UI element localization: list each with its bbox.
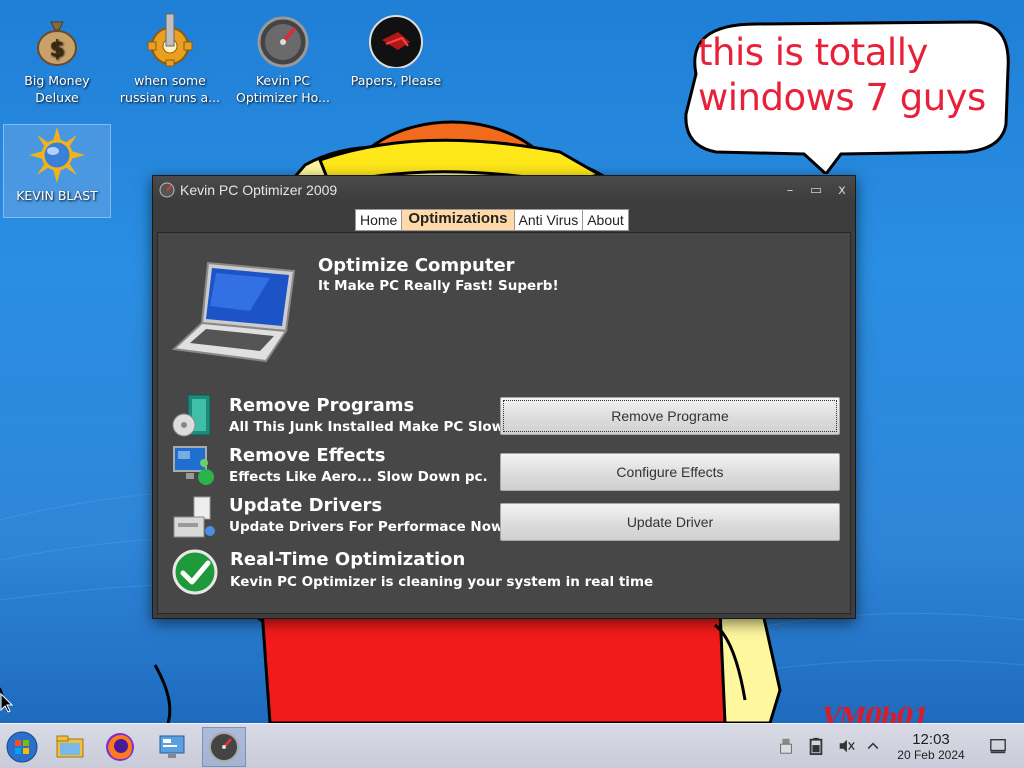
row-programs-title: Remove Programs	[229, 395, 415, 416]
desktop-icon-kevin-blast[interactable]: KEVIN BLAST	[3, 124, 111, 218]
gear-icon	[147, 13, 193, 67]
optimizer-window[interactable]: Kevin PC Optimizer 2009 – ▭ x Home Optim…	[152, 175, 856, 619]
speech-line-1: this is totally	[698, 31, 928, 74]
clock-date[interactable]: 20 Feb 2024	[886, 748, 976, 762]
file-manager-icon	[56, 735, 84, 758]
tray-expand-icon	[867, 742, 879, 749]
tray-usb[interactable]	[776, 736, 796, 756]
row-programs-subtitle: All This Junk Installed Make PC Slow	[229, 419, 501, 435]
desktop-icon-big-money[interactable]: $ Big Money Deluxe	[3, 4, 111, 106]
tray-volume[interactable]	[836, 736, 856, 756]
drivers-icon	[173, 496, 215, 538]
taskbar	[0, 723, 1024, 768]
configure-effects-button[interactable]: Configure Effects	[500, 453, 840, 491]
realtime-title: Real-Time Optimization	[230, 549, 466, 570]
optimize-title: Optimize Computer	[318, 255, 515, 276]
desktop-icon-label: Kevin PC	[255, 73, 311, 88]
tray-battery[interactable]	[806, 736, 826, 756]
desktop-icon-label: KEVIN BLAST	[16, 188, 98, 203]
row-effects-title: Remove Effects	[229, 445, 386, 466]
speedometer-icon	[257, 16, 309, 68]
tab-anti-virus[interactable]: Anti Virus	[513, 209, 584, 231]
start-button[interactable]	[0, 727, 44, 767]
close-button[interactable]: x	[829, 183, 855, 198]
row-drivers-subtitle: Update Drivers For Performace Now	[229, 519, 504, 535]
laptop-icon	[171, 261, 296, 363]
desktop-icon-label: russian runs a...	[119, 90, 221, 105]
control-panel-icon	[159, 735, 185, 758]
usb-icon	[780, 738, 792, 754]
kevin-optimizer-icon	[209, 732, 239, 762]
desktop-icon-label: Optimizer Ho...	[236, 90, 330, 105]
desktop-icon-label: when some	[134, 73, 206, 88]
desktop-icon-label: Deluxe	[35, 90, 79, 105]
volume-muted-icon	[839, 739, 855, 753]
desktop-icon-papers-please[interactable]: Papers, Please	[342, 4, 450, 89]
money-bag-icon: $	[37, 21, 77, 66]
app-speedometer-icon	[159, 182, 175, 198]
row-effects-subtitle: Effects Like Aero... Slow Down pc.	[229, 469, 488, 485]
window-titlebar[interactable]: Kevin PC Optimizer 2009 – ▭ x	[153, 176, 855, 204]
checkmark-icon	[172, 549, 218, 595]
row-drivers-title: Update Drivers	[229, 495, 383, 516]
programs-icon	[172, 394, 211, 437]
optimize-subtitle: It Make PC Really Fast! Superb!	[318, 278, 559, 294]
firefox-icon	[106, 733, 134, 761]
desktop-icon-label: Papers, Please	[350, 73, 442, 88]
papers-please-icon	[369, 15, 423, 68]
maximize-button[interactable]: ▭	[803, 183, 829, 198]
update-driver-button[interactable]: Update Driver	[500, 503, 840, 541]
sun-globe-icon	[29, 127, 85, 183]
optimizations-panel: Optimize Computer It Make PC Really Fast…	[157, 232, 851, 614]
taskbar-control-panel[interactable]	[150, 727, 194, 767]
minimize-button[interactable]: –	[777, 183, 803, 198]
tab-optimizations[interactable]: Optimizations	[401, 209, 515, 231]
taskbar-firefox[interactable]	[98, 727, 142, 767]
start-orb-icon	[6, 731, 38, 763]
mouse-cursor	[0, 693, 14, 713]
effects-icon	[173, 446, 214, 485]
taskbar-file-manager[interactable]	[48, 727, 92, 767]
show-desktop-icon	[990, 739, 1006, 754]
realtime-subtitle: Kevin PC Optimizer is cleaning your syst…	[230, 574, 654, 590]
remove-programs-button[interactable]: Remove Programe	[500, 397, 840, 435]
battery-icon	[809, 737, 823, 755]
tray-expand[interactable]	[863, 736, 883, 756]
desktop-icon-label: Big Money	[24, 73, 90, 88]
tab-about[interactable]: About	[582, 209, 629, 231]
tab-bar: Home Optimizations Anti Virus About	[355, 209, 629, 231]
clock-time[interactable]: 12:03	[898, 731, 964, 748]
speech-bubble-text: this is totally windows 7 guys	[698, 30, 1008, 120]
desktop-icon-kevin-optimizer[interactable]: Kevin PC Optimizer Ho...	[229, 4, 337, 106]
tab-home[interactable]: Home	[355, 209, 403, 231]
desktop-icon-russian[interactable]: when some russian runs a...	[116, 4, 224, 106]
taskbar-kevin-optimizer[interactable]	[202, 727, 246, 767]
speech-line-2: windows 7 guys	[698, 76, 986, 119]
show-desktop-button[interactable]	[988, 736, 1008, 756]
svg-text:$: $	[49, 37, 64, 62]
window-title: Kevin PC Optimizer 2009	[180, 182, 338, 198]
